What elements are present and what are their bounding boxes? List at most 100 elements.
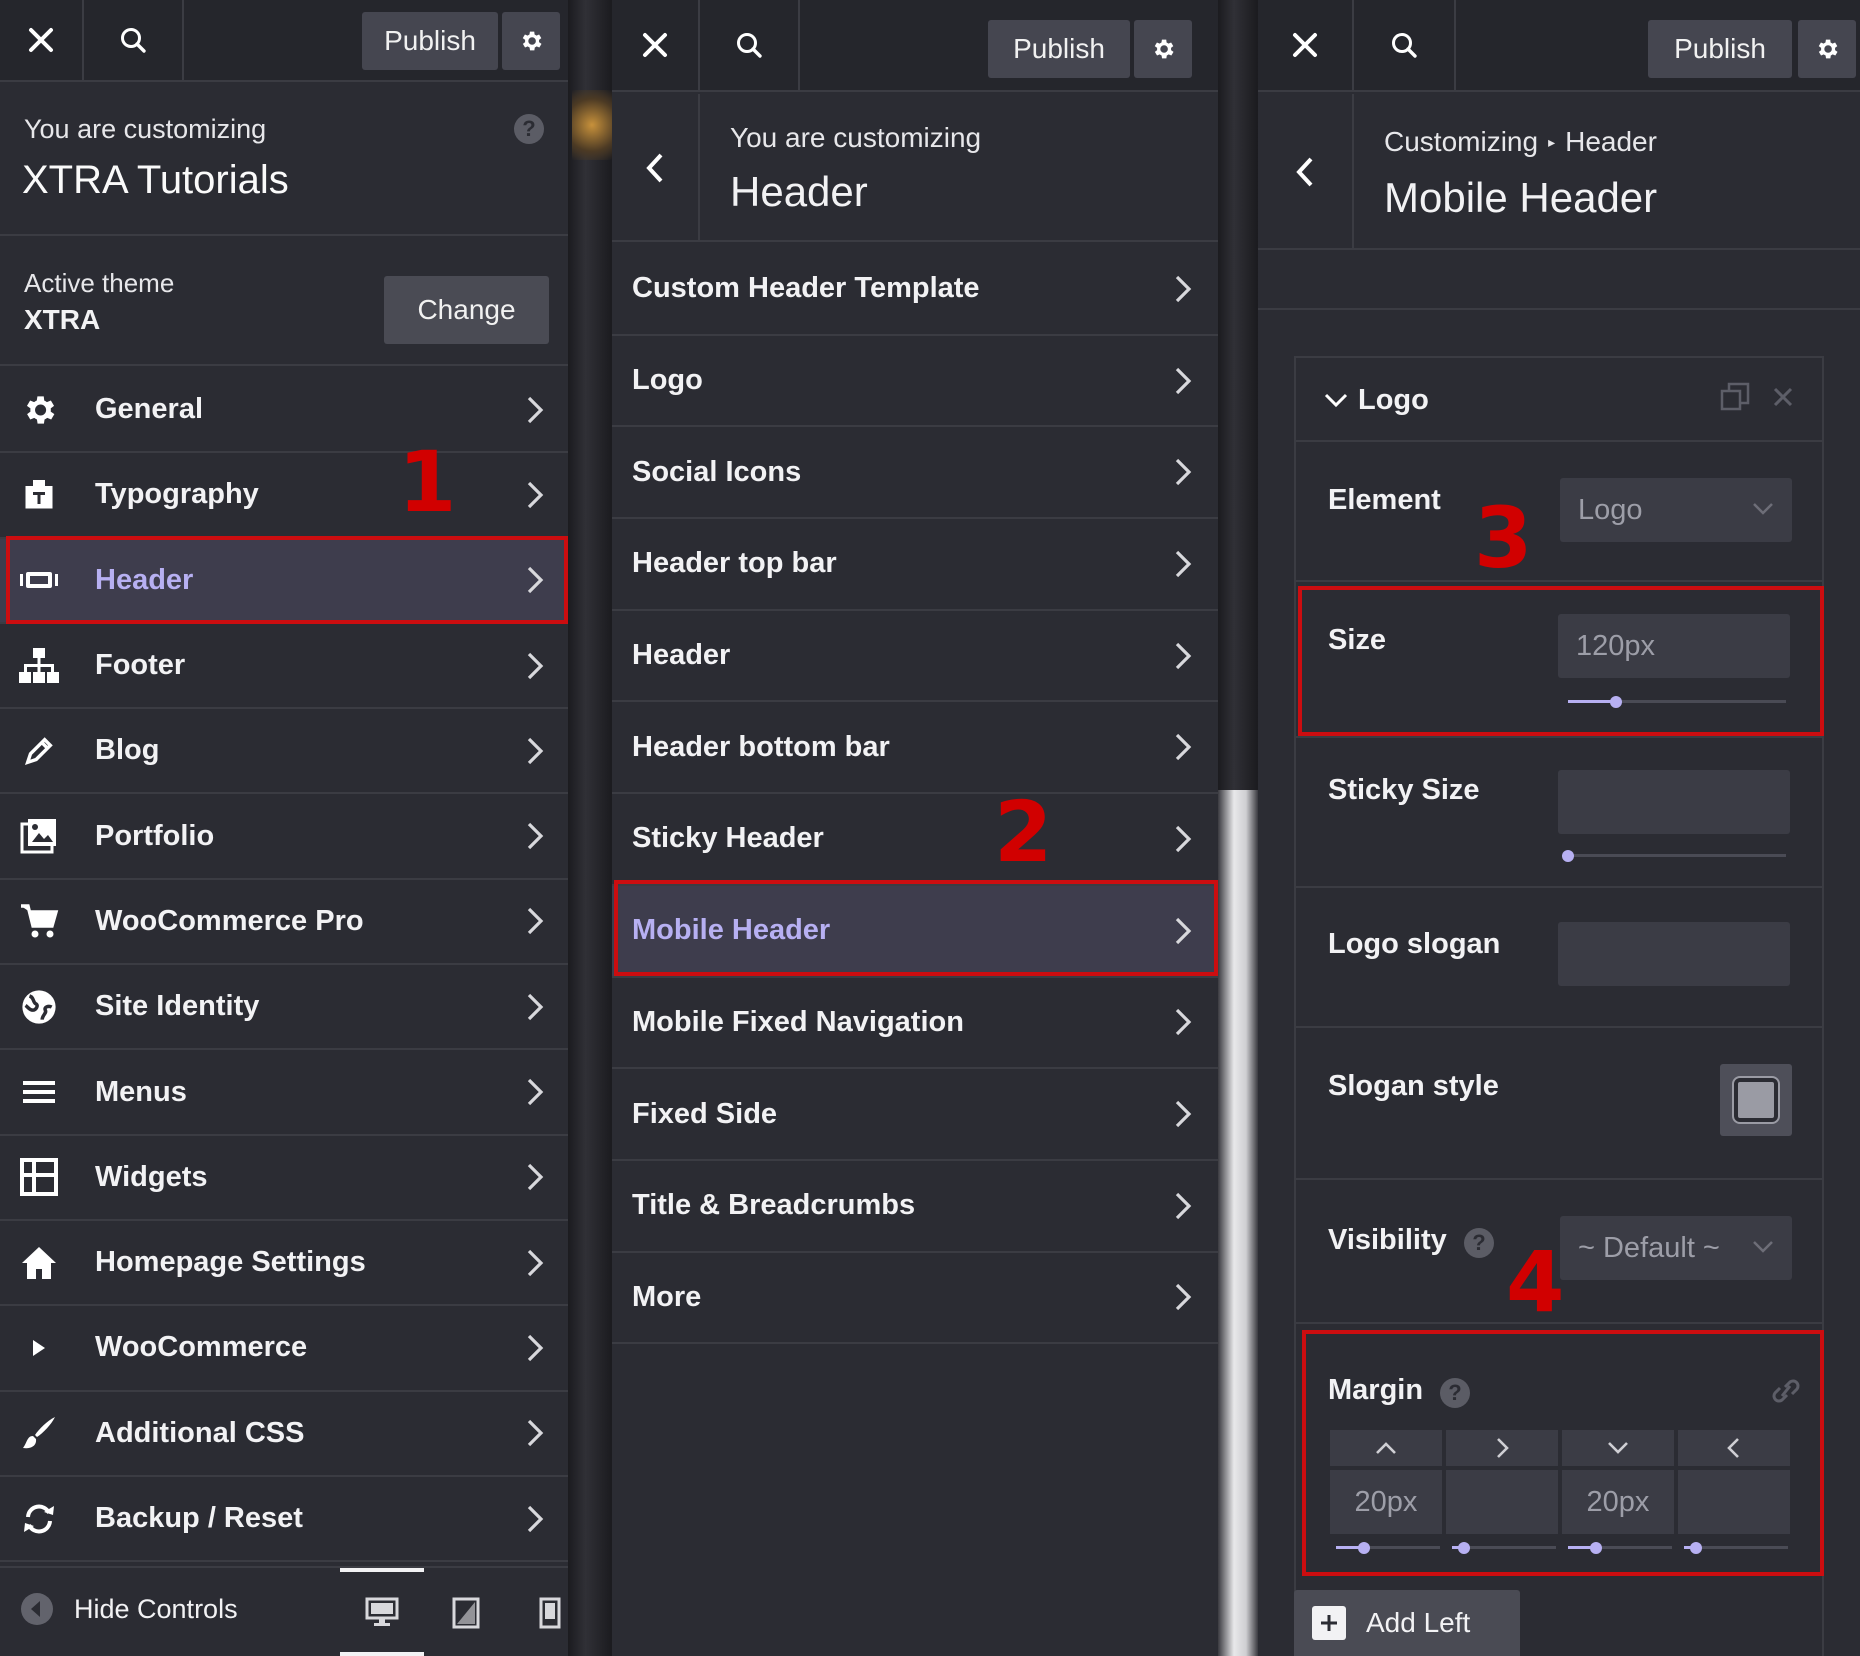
size-input[interactable]: 120px [1558,614,1790,678]
margin-top-slider-handle[interactable] [1358,1542,1370,1554]
settings-button[interactable] [1798,20,1856,78]
pencil-icon [18,730,60,772]
settings-button[interactable] [502,12,560,70]
section-logo[interactable]: Logo [612,336,1218,428]
section-label: General [95,393,203,426]
section-widgets[interactable]: Widgets [0,1136,568,1221]
publish-button[interactable]: Publish [362,12,498,70]
section-header[interactable]: Header [0,538,568,624]
section-mobile-header[interactable]: Mobile Header [612,885,1218,978]
section-label: Portfolio [95,819,215,852]
close-icon[interactable] [1772,386,1794,408]
close-button[interactable] [612,0,700,90]
slogan-style-button[interactable] [1720,1064,1792,1136]
customizing-subtitle: You are customizing [730,122,982,153]
breadcrumb-separator-icon: ▸ [1548,133,1556,150]
section-footer[interactable]: Footer [0,624,568,710]
size-slider-fill [1568,700,1616,703]
search-icon [1392,33,1417,58]
sticky-size-slider[interactable] [1568,854,1786,857]
header-icon [18,559,60,601]
section-header-bottom-bar[interactable]: Header bottom bar [612,702,1218,795]
search-button[interactable] [1354,0,1456,90]
section-general[interactable]: General [0,368,568,454]
section-header-top-bar[interactable]: Header top bar [612,519,1218,611]
section-typography[interactable]: Typography [0,453,568,539]
back-button[interactable] [612,94,700,242]
visibility-select[interactable]: ~ Default ~ [1560,1216,1792,1280]
section-blog[interactable]: Blog [0,709,568,795]
section-sticky-header[interactable]: Sticky Header [612,794,1218,886]
help-icon[interactable]: ? [514,114,544,144]
close-button[interactable] [0,0,84,80]
section-homepage-settings[interactable]: Homepage Settings [0,1221,568,1307]
add-left-button[interactable]: Add Left [1294,1590,1520,1656]
search-button[interactable] [700,0,800,90]
section-backup-reset[interactable]: Backup / Reset [0,1477,568,1563]
margin-left-slider-handle[interactable] [1690,1542,1702,1554]
close-button[interactable] [1258,0,1354,90]
element-select[interactable]: Logo [1560,478,1792,542]
margin-left-input[interactable] [1678,1470,1790,1534]
section-more[interactable]: More [612,1253,1218,1345]
section-label: WooCommerce [95,1331,308,1364]
plus-icon [1312,1606,1346,1640]
chevron-right-icon [1170,452,1196,492]
sticky-size-slider-handle[interactable] [1562,850,1574,862]
duplicate-icon[interactable] [1720,382,1750,412]
back-button[interactable] [1258,94,1354,250]
chevron-right-icon [1170,269,1196,309]
section-additional-css[interactable]: Additional CSS [0,1392,568,1477]
typography-icon [18,474,60,516]
margin-right-slider-handle[interactable] [1458,1542,1470,1554]
section-custom-header-template[interactable]: Custom Header Template [612,244,1218,336]
chevron-right-icon [522,560,548,600]
margin-bottom-header [1562,1430,1674,1466]
chevron-down-icon [1324,393,1348,408]
tablet-preview-button[interactable] [424,1568,508,1656]
size-slider-handle[interactable] [1610,696,1622,708]
section-menus[interactable]: Menus [0,1050,568,1136]
section-portfolio[interactable]: Portfolio [0,794,568,880]
chevron-right-icon [522,1072,548,1112]
desktop-preview-button[interactable] [340,1568,424,1656]
margin-bottom-input[interactable]: 20px [1562,1470,1674,1534]
section-header[interactable]: Header [612,611,1218,703]
section-title-breadcrumbs[interactable]: Title & Breadcrumbs [612,1161,1218,1253]
publish-button[interactable]: Publish [1648,20,1792,78]
link-icon[interactable] [1766,1376,1806,1406]
close-icon [1293,33,1317,57]
section-social-icons[interactable]: Social Icons [612,427,1218,520]
logo-slogan-input[interactable] [1558,922,1790,986]
section-label: Backup / Reset [95,1502,303,1534]
step-number-3: 3 [1474,489,1533,587]
section-woocommerce[interactable]: WooCommerce [0,1306,568,1392]
section-site-identity[interactable]: Site Identity [0,965,568,1051]
margin-right-input[interactable] [1446,1470,1558,1534]
chevron-right-icon [522,1413,548,1453]
search-button[interactable] [84,0,184,80]
section-mobile-fixed-navigation[interactable]: Mobile Fixed Navigation [612,978,1218,1070]
section-fixed-side[interactable]: Fixed Side [612,1069,1218,1161]
breadcrumb-root: Customizing [1384,126,1539,157]
chevron-left-icon [646,153,663,183]
margin-top-input[interactable]: 20px [1330,1470,1442,1534]
card-title: Logo [1358,384,1429,416]
size-value: 120px [1576,629,1656,662]
chevron-down-icon [1753,1241,1773,1253]
card-header[interactable]: Logo [1296,358,1822,442]
section-woocommerce-pro[interactable]: WooCommerce Pro [0,880,568,966]
margin-help-icon[interactable]: ? [1440,1378,1470,1408]
mobile-icon [539,1597,561,1629]
section-label: Mobile Fixed Navigation [632,1005,964,1038]
change-theme-button[interactable]: Change [384,276,549,344]
hide-controls-button[interactable]: Hide Controls [20,1592,238,1626]
sticky-size-input[interactable] [1558,770,1790,834]
margin-bottom-slider-handle[interactable] [1590,1542,1602,1554]
mobile-preview-button[interactable] [508,1568,568,1656]
publish-button[interactable]: Publish [988,20,1130,78]
chevron-right-icon [522,1499,548,1539]
visibility-help-icon[interactable]: ? [1464,1228,1494,1258]
theme-name: XTRA [24,304,101,335]
settings-button[interactable] [1134,20,1192,78]
